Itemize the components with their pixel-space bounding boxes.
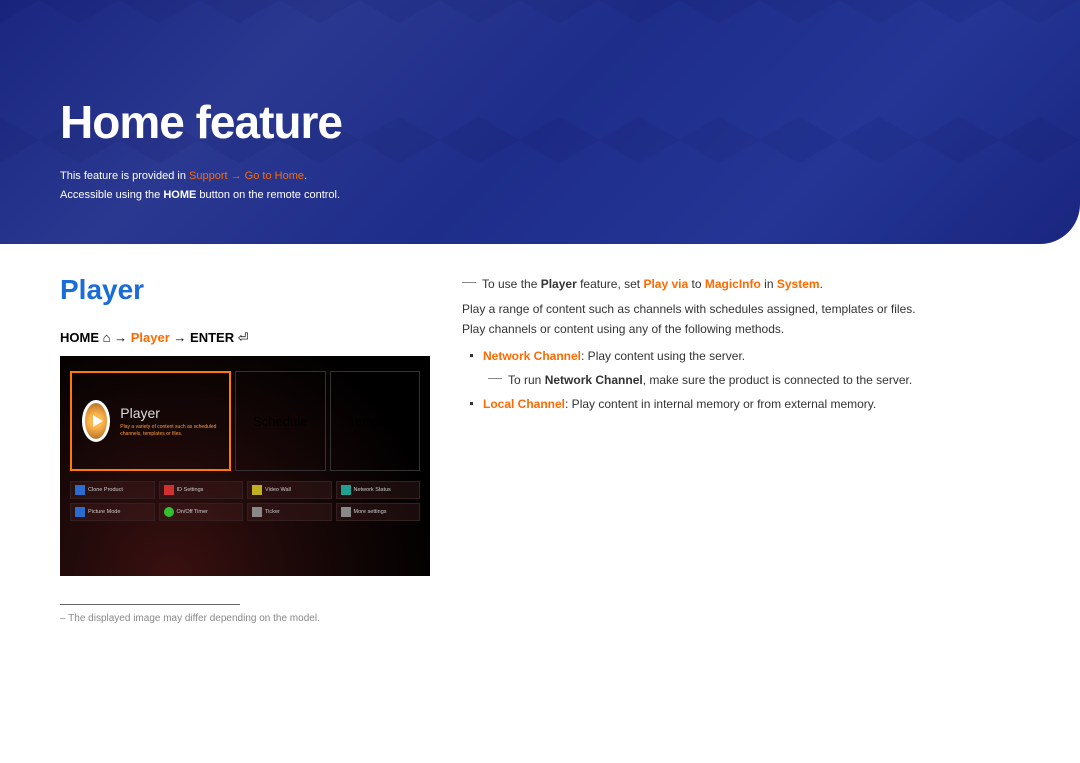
intro-text: This feature is provided in xyxy=(60,170,189,182)
paragraph-1: Play a range of content such as channels… xyxy=(462,299,1020,319)
mini-more-settings: More settings xyxy=(336,503,421,521)
tile-player-sub: Play a variety of content such as schedu… xyxy=(120,424,219,437)
nested-note-network: To run Network Channel, make sure the pr… xyxy=(488,370,1020,390)
bullet-local-channel: Local Channel: Play content in internal … xyxy=(470,394,1020,414)
intro-highlight-support: Support xyxy=(189,170,228,182)
t: . xyxy=(820,277,823,291)
mini-id-settings: ID Settings xyxy=(159,481,244,499)
mini-icon xyxy=(164,485,174,495)
chapter-title: Home feature xyxy=(60,95,1080,149)
mini-label: ID Settings xyxy=(177,487,204,493)
bullet-icon xyxy=(470,354,473,357)
path-arrow-1: → xyxy=(114,330,131,345)
mini-label: Ticker xyxy=(265,509,280,515)
t: To use the xyxy=(482,277,541,291)
tile-template: Template xyxy=(330,371,421,471)
path-player: Player xyxy=(131,330,170,345)
paragraph-2: Play channels or content using any of th… xyxy=(462,319,1020,339)
t: Local Channel xyxy=(483,397,565,411)
mini-icon xyxy=(164,507,174,517)
mini-ticker: Ticker xyxy=(247,503,332,521)
bullet-network-channel: Network Channel: Play content using the … xyxy=(470,346,1020,366)
section-title: Player xyxy=(60,274,430,306)
t: feature, set xyxy=(577,277,644,291)
bullet-text: Local Channel: Play content in internal … xyxy=(483,394,876,414)
right-column: To use the Player feature, set Play via … xyxy=(462,274,1020,624)
enter-icon xyxy=(238,330,249,345)
footnote: – The displayed image may differ dependi… xyxy=(60,613,430,624)
tile-player-title: Player xyxy=(120,405,219,421)
mini-picture-mode: Picture Mode xyxy=(70,503,155,521)
footnote-text: The displayed image may differ depending… xyxy=(68,613,320,624)
mini-icon xyxy=(252,485,262,495)
t: Player xyxy=(541,277,577,291)
mini-icon xyxy=(75,485,85,495)
path-arrow-2: → xyxy=(173,330,186,345)
t: Network Channel xyxy=(545,373,643,387)
mini-network-status: Network Status xyxy=(336,481,421,499)
tile-schedule-label: Schedule xyxy=(253,414,307,429)
intro2-bold: HOME xyxy=(163,189,196,201)
left-column: Player HOME → Player → ENTER Player Play… xyxy=(60,274,430,624)
intro2-post: button on the remote control. xyxy=(196,189,340,201)
mini-label: Video Wall xyxy=(265,487,291,493)
ui-screenshot: Player Play a variety of content such as… xyxy=(60,356,430,576)
tile-player-text: Player Play a variety of content such as… xyxy=(120,405,219,437)
t: : Play content using the server. xyxy=(581,349,745,363)
t: System xyxy=(777,277,820,291)
note-content: To use the Player feature, set Play via … xyxy=(482,274,823,294)
menu-path: HOME → Player → ENTER xyxy=(60,330,430,346)
mini-label: More settings xyxy=(354,509,387,515)
t: MagicInfo xyxy=(705,277,761,291)
bullet-text: Network Channel: Play content using the … xyxy=(483,346,745,366)
channel-methods-list: Network Channel: Play content using the … xyxy=(470,346,1020,415)
mini-clone-product: Clone Product xyxy=(70,481,155,499)
intro-highlight-gotohome: Go to Home xyxy=(245,170,304,182)
intro-line-1: This feature is provided in Support → Go… xyxy=(60,167,1080,186)
mini-video-wall: Video Wall xyxy=(247,481,332,499)
content-area: Player HOME → Player → ENTER Player Play… xyxy=(0,244,1080,684)
tile-template-label: Template xyxy=(348,414,401,429)
footnote-divider xyxy=(60,604,240,605)
play-icon xyxy=(82,400,110,442)
mini-onoff-timer: On/Off Timer xyxy=(159,503,244,521)
t: Play via xyxy=(643,277,688,291)
chapter-header: Home feature This feature is provided in… xyxy=(0,0,1080,244)
t: : Play content in internal memory or fro… xyxy=(565,397,876,411)
note-player-feature: To use the Player feature, set Play via … xyxy=(462,274,1020,294)
t: to xyxy=(688,277,705,291)
mini-tile-grid: Clone Product ID Settings Video Wall Net… xyxy=(70,481,420,521)
mini-label: Clone Product xyxy=(88,487,123,493)
path-enter: ENTER xyxy=(190,330,234,345)
intro-line-2: Accessible using the HOME button on the … xyxy=(60,186,1080,205)
path-home: HOME xyxy=(60,330,99,345)
tile-player: Player Play a variety of content such as… xyxy=(70,371,231,471)
mini-icon xyxy=(252,507,262,517)
mini-icon xyxy=(341,485,351,495)
top-tile-row: Player Play a variety of content such as… xyxy=(70,371,420,471)
mini-icon xyxy=(341,507,351,517)
bullet-icon xyxy=(470,402,473,405)
intro-arrow: → xyxy=(228,170,245,182)
mini-label: Picture Mode xyxy=(88,509,120,515)
t: , make sure the product is connected to … xyxy=(643,373,912,387)
t: To run xyxy=(508,373,545,387)
dash-icon xyxy=(462,282,476,283)
tile-schedule: Schedule xyxy=(235,371,326,471)
dash-icon xyxy=(488,378,502,379)
intro2-pre: Accessible using the xyxy=(60,189,163,201)
mini-icon xyxy=(75,507,85,517)
home-icon xyxy=(103,330,111,345)
t: in xyxy=(761,277,777,291)
t: Network Channel xyxy=(483,349,581,363)
intro-period: . xyxy=(304,170,307,182)
mini-label: On/Off Timer xyxy=(177,509,208,515)
mini-label: Network Status xyxy=(354,487,391,493)
note-content: To run Network Channel, make sure the pr… xyxy=(508,370,912,390)
